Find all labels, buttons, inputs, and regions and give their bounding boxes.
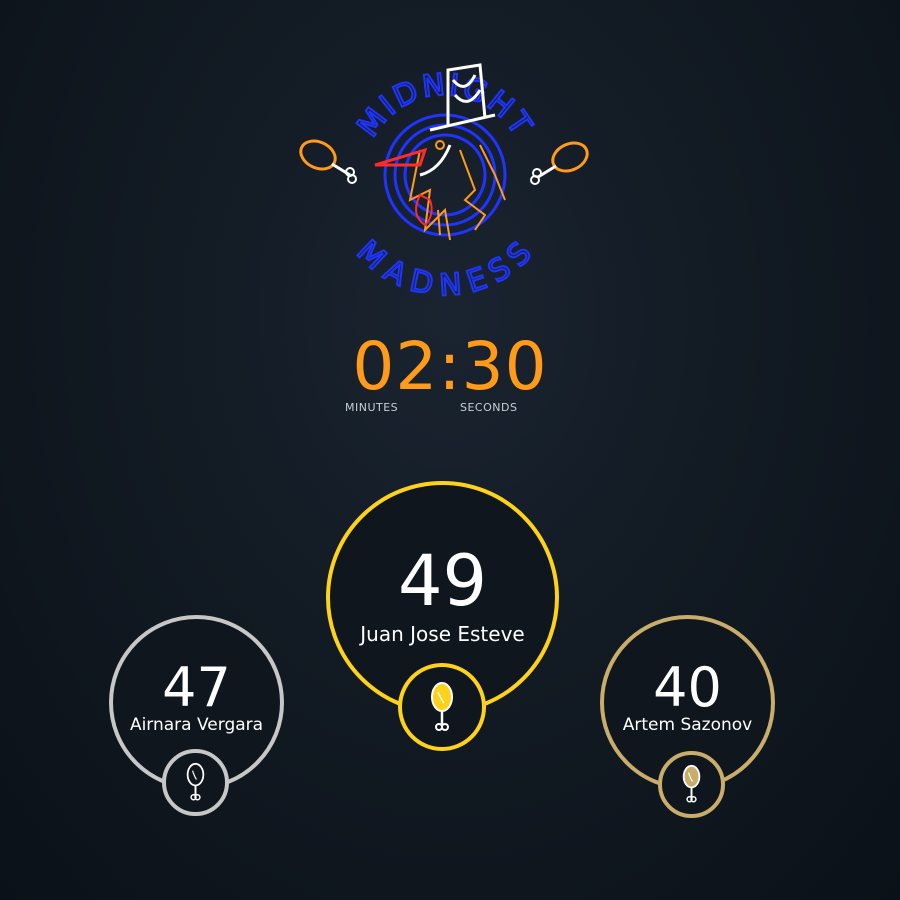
drumstick-icon xyxy=(431,682,453,731)
drumstick-icon xyxy=(186,762,205,801)
drumstick-badge xyxy=(162,749,229,816)
player-score: 49 xyxy=(397,540,488,622)
svg-text:MADNESS: MADNESS xyxy=(350,233,540,300)
left-drumstick-icon xyxy=(299,139,357,184)
rooster-logo-icon: MIDNIGHT MADNESS xyxy=(299,63,589,300)
logo-top-text: MIDNIGHT xyxy=(350,66,538,144)
drumstick-badge xyxy=(398,663,486,751)
drumstick-badge xyxy=(658,751,725,818)
timer-value: 02:30 xyxy=(352,328,548,405)
right-drumstick-icon xyxy=(530,141,589,185)
player-name: Artem Sazonov xyxy=(622,715,753,735)
player-name: Juan Jose Esteve xyxy=(360,622,525,646)
countdown-timer: 02:30 MINUTES SECONDS xyxy=(0,330,900,420)
minutes-label: MINUTES xyxy=(345,401,399,414)
midnight-madness-logo: MIDNIGHT MADNESS xyxy=(290,40,600,300)
player-score: 40 xyxy=(653,656,722,719)
player-score: 47 xyxy=(162,656,231,719)
svg-text:MIDNIGHT: MIDNIGHT xyxy=(351,67,540,143)
seconds-label: SECONDS xyxy=(460,401,518,414)
drumstick-icon xyxy=(682,764,701,803)
player-name: Airnara Vergara xyxy=(129,715,264,735)
logo-bottom-text: MADNESS xyxy=(349,232,538,300)
